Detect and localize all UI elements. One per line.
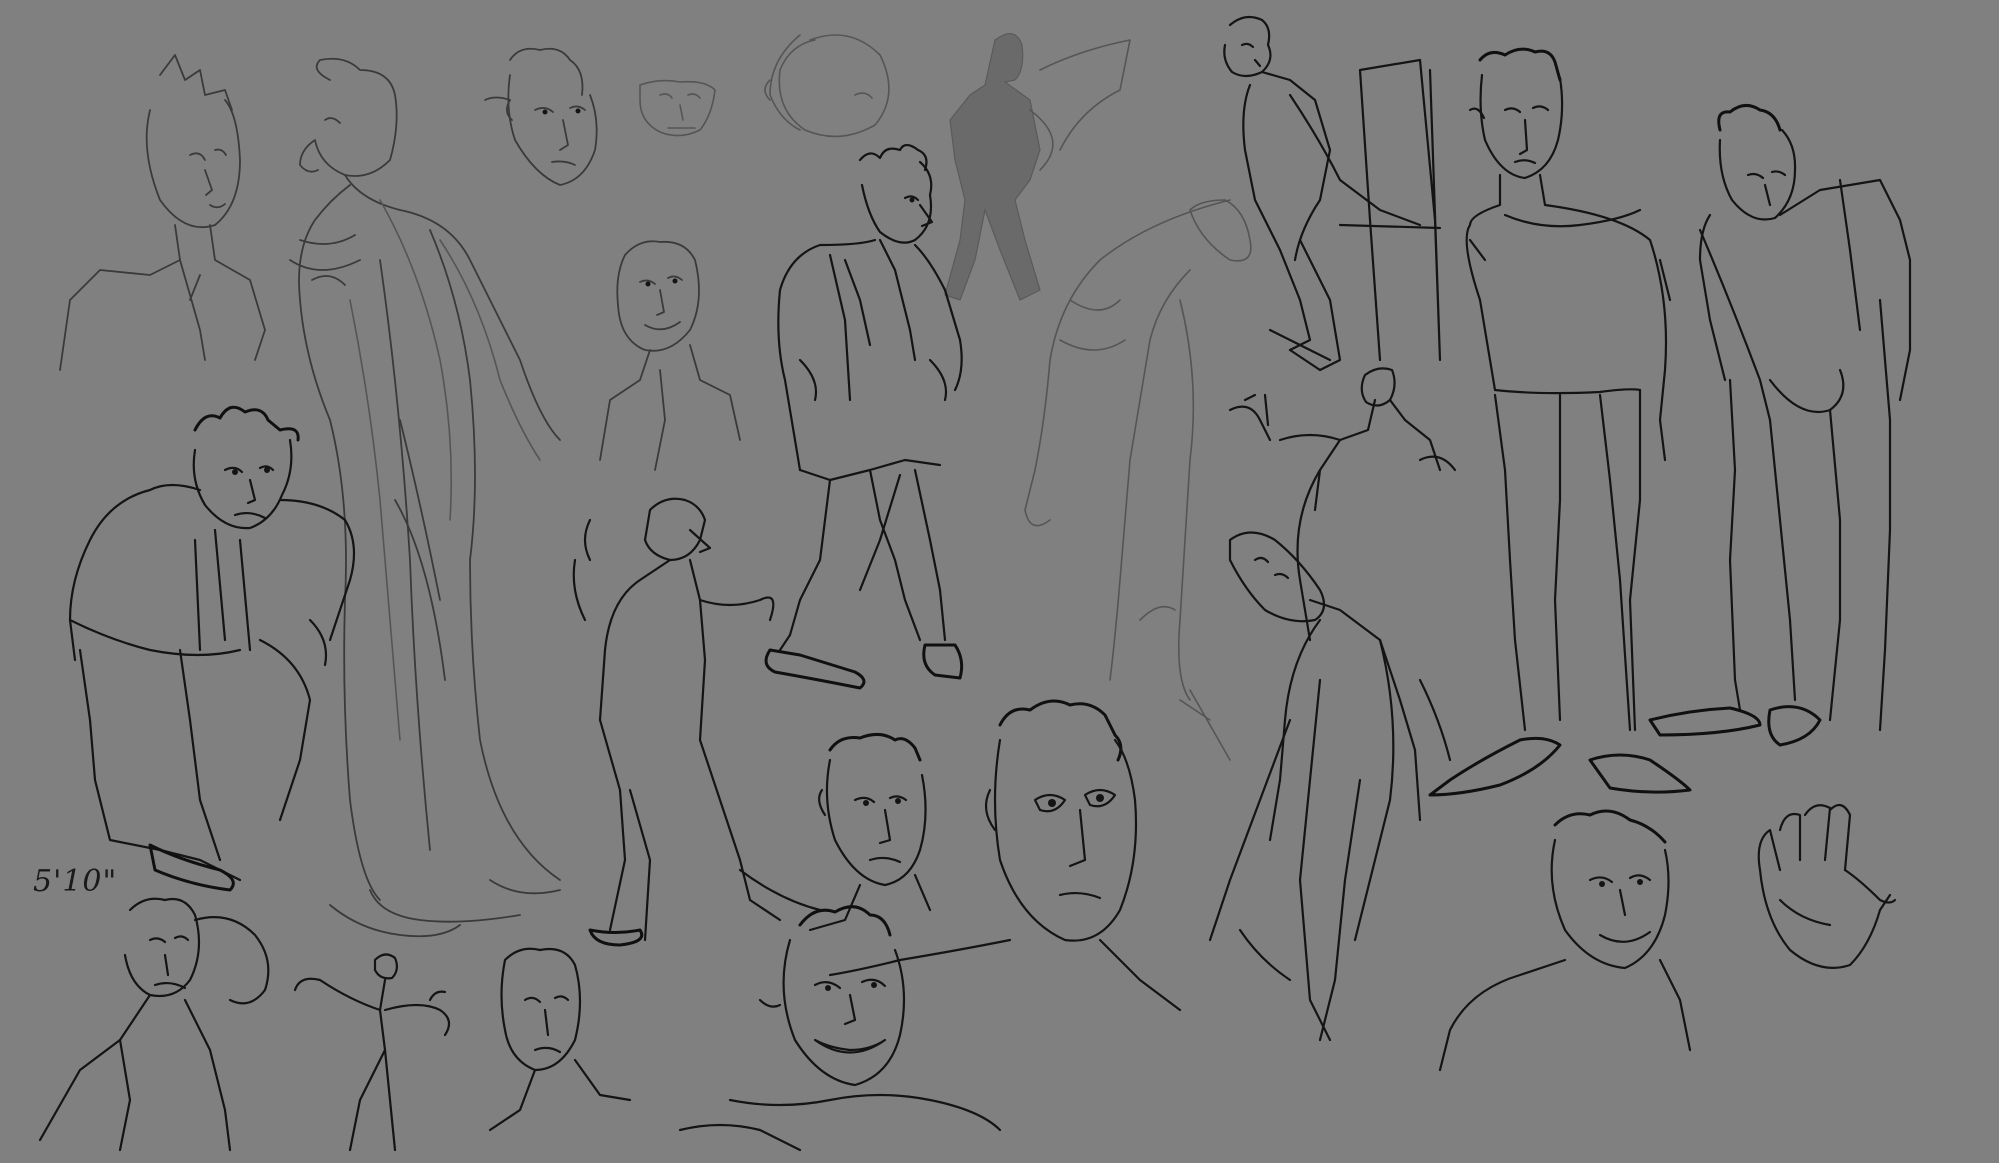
sketch-head-closeup-2: [828, 699, 1182, 1012]
sketch-head-small-1: [484, 47, 598, 186]
sketch-leaning-figure: [289, 57, 561, 938]
sketch-hunched-man-right: [1648, 104, 1912, 747]
sketch-figure-on-ladder: [1223, 15, 1442, 372]
sketch-bent-figure-faint: [1024, 199, 1252, 761]
sketch-sheet: 5'10": [0, 0, 1999, 1163]
sketch-bust-top-left: [59, 54, 266, 371]
sketch-circle-study: [764, 34, 890, 138]
sketch-bending-figure: [1208, 531, 1452, 1042]
sketch-shaded-figure: [944, 33, 1131, 301]
height-note: 5'10": [33, 864, 118, 899]
sketch-head-closeup-1: [808, 733, 932, 932]
sketch-tall-standing-man: [1428, 47, 1692, 797]
sketch-bust-bottom-right: [1438, 809, 1692, 1072]
sketch-hand-study: [1757, 803, 1897, 969]
sketch-waving-stick-figure: [293, 953, 451, 1152]
sketch-sad-head: [488, 947, 632, 1132]
sketch-hands-up-figure: [1228, 367, 1457, 642]
sketch-gesturing-figure: [572, 497, 822, 947]
sketch-crouching-man: [68, 405, 356, 892]
sketch-walking-suit: [764, 143, 964, 690]
sketch-grinning-face: [678, 905, 1002, 1152]
sketch-canvas: [38, 15, 1912, 1152]
sketch-head-smiling: [599, 240, 741, 471]
sketch-figure-bottom-left: [38, 897, 270, 1152]
sketch-face-tiny: [639, 79, 716, 137]
